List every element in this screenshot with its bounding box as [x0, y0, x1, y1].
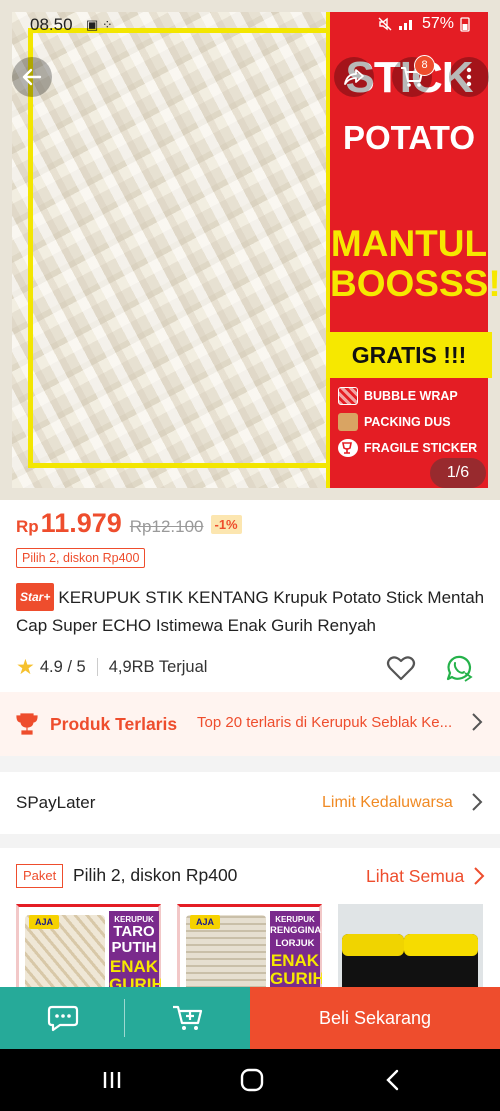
chat-seller-button[interactable]: [0, 987, 125, 1049]
sold-count: 4,9RB Terjual: [108, 657, 208, 676]
star-icon: ★: [16, 655, 35, 679]
bundle-product-3[interactable]: [338, 904, 483, 988]
jar-graphic: [342, 934, 404, 988]
buy-now-button[interactable]: Beli Sekarang: [250, 987, 500, 1049]
chevron-right-icon: [472, 713, 483, 731]
price-original: Rp12.100: [129, 517, 204, 536]
brand-logo: AJA: [190, 915, 220, 929]
battery-icon: [460, 17, 470, 32]
best-seller-bar[interactable]: Produk Terlaris Top 20 terlaris di Kerup…: [0, 692, 500, 756]
wishlist-button[interactable]: [384, 652, 418, 684]
label-line-2: ENAK GURIH: [270, 951, 322, 988]
promo-slogan: MANTUL BOOSSS!: [330, 223, 500, 304]
discount-badge: -1%: [210, 515, 242, 534]
share-button[interactable]: [334, 57, 374, 97]
mute-icon: [378, 17, 392, 31]
rating-divider: [96, 658, 98, 676]
home-button[interactable]: [232, 1065, 272, 1095]
best-seller-desc: Top 20 terlaris di Kerupuk Seblak Ke...: [197, 714, 453, 731]
label-small: KERUPUK: [275, 915, 315, 924]
product-image-gallery[interactable]: STICK POTATO MANTUL BOOSSS! GRATIS !!! B…: [0, 0, 500, 500]
perk-label: BUBBLE WRAP: [364, 389, 458, 403]
spaylater-status: Limit Kedaluwarsa: [322, 794, 453, 811]
perk-fragile-sticker: FRAGILE STICKER: [338, 438, 488, 458]
box-icon: [338, 413, 358, 431]
price-currency: Rp: [16, 517, 39, 536]
fragile-glass-icon: [338, 439, 358, 457]
see-all-link[interactable]: Lihat Semua: [366, 866, 464, 887]
bundle-product-image: AJA KERUPUK TARO PUTIH ENAK GURIH: [16, 904, 161, 988]
share-icon: [344, 69, 364, 85]
bundle-tag: Paket: [16, 864, 64, 888]
product-title-text: KERUPUK STIK KENTANG Krupuk Potato Stick…: [16, 588, 485, 635]
bundle-product-image: AJA KERUPUK RENGGINANG LORJUK ENAK GURIH: [177, 904, 322, 988]
signal-icon: [398, 20, 412, 30]
promo-slogan-2: BOOSSS!: [330, 263, 500, 304]
whatsapp-icon: [446, 655, 473, 682]
perk-bubble-wrap: BUBBLE WRAP: [338, 386, 488, 406]
bundle-discount-tag[interactable]: Pilih 2, diskon Rp400: [16, 548, 146, 568]
back-button[interactable]: [12, 57, 52, 97]
promo-headline-2: POTATO: [343, 119, 475, 156]
bottom-action-bar: Beli Sekarang: [0, 987, 500, 1049]
bundle-title: Pilih 2, diskon Rp400: [73, 865, 238, 885]
perk-label: PACKING DUS: [364, 415, 451, 429]
jar-graphic: [404, 934, 478, 988]
bundle-product-label: KERUPUK RENGGINANG LORJUK ENAK GURIH: [270, 911, 322, 988]
status-time: 08.50: [30, 15, 73, 34]
share-whatsapp-button[interactable]: [441, 651, 477, 685]
status-bar: 08.50 ▣ ⁘ 57%: [0, 0, 500, 52]
product-title: Star+ KERUPUK STIK KENTANG Krupuk Potato …: [16, 583, 486, 639]
home-icon: [240, 1068, 264, 1092]
rating-row[interactable]: ★ 4.9 / 5 4,9RB Terjual: [16, 652, 207, 682]
system-back-button[interactable]: [372, 1065, 412, 1095]
label-line-2: ENAK GURIH: [109, 957, 161, 989]
recents-button[interactable]: [92, 1065, 132, 1095]
more-options-button[interactable]: [449, 57, 489, 97]
trophy-icon: [16, 713, 38, 735]
label-line-1: RENGGINANG LORJUK: [270, 925, 322, 949]
price-current: 11.979: [40, 508, 122, 538]
section-divider: [0, 756, 500, 772]
promo-slogan-1: MANTUL: [330, 223, 488, 264]
recents-icon: [103, 1072, 121, 1088]
brand-logo: AJA: [29, 915, 59, 929]
spaylater-row[interactable]: SPayLater Limit Kedaluwarsa: [0, 772, 500, 834]
star-plus-badge: Star+: [16, 583, 55, 611]
add-to-cart-icon: [172, 1005, 202, 1030]
promo-frame: [28, 28, 328, 468]
add-to-cart-button[interactable]: [125, 987, 250, 1049]
promo-gratis: GRATIS !!!: [326, 332, 492, 378]
bundle-header: Paket Pilih 2, diskon Rp400 Lihat Semua: [0, 848, 500, 898]
more-vertical-icon: [466, 67, 472, 87]
section-divider: [0, 834, 500, 848]
bundle-product-image: [338, 904, 483, 988]
perk-label: FRAGILE STICKER: [364, 441, 478, 455]
price-row: Rp 11.979 Rp12.100 -1%: [16, 508, 242, 544]
best-seller-title: Produk Terlaris: [50, 713, 178, 734]
battery-percent: 57%: [421, 15, 454, 32]
perk-packing-dus: PACKING DUS: [338, 412, 488, 432]
spaylater-label: SPayLater: [16, 793, 96, 812]
action-bar-divider: [124, 999, 125, 1037]
bubble-wrap-icon: [338, 387, 358, 405]
system-navigation-bar: [0, 1049, 500, 1111]
chevron-right-icon: [472, 793, 483, 811]
heart-icon: [386, 656, 416, 681]
bundle-product-1[interactable]: AJA KERUPUK TARO PUTIH ENAK GURIH: [16, 904, 161, 988]
bundle-product-2[interactable]: AJA KERUPUK RENGGINANG LORJUK ENAK GURIH: [177, 904, 322, 988]
image-counter: 1/6: [430, 458, 486, 488]
chat-icon: [47, 1005, 78, 1032]
rating-value: 4.9 / 5: [39, 657, 86, 676]
status-notification-icons: ▣ ⁘: [86, 17, 113, 32]
chevron-right-icon: [474, 867, 485, 885]
cart-count-badge: 8: [414, 55, 435, 76]
back-icon: [386, 1069, 399, 1091]
label-line-1: TARO PUTIH: [111, 923, 157, 956]
back-arrow-icon: [22, 68, 42, 86]
bundle-product-label: KERUPUK TARO PUTIH ENAK GURIH: [109, 911, 161, 989]
status-right: 57%: [378, 15, 470, 33]
